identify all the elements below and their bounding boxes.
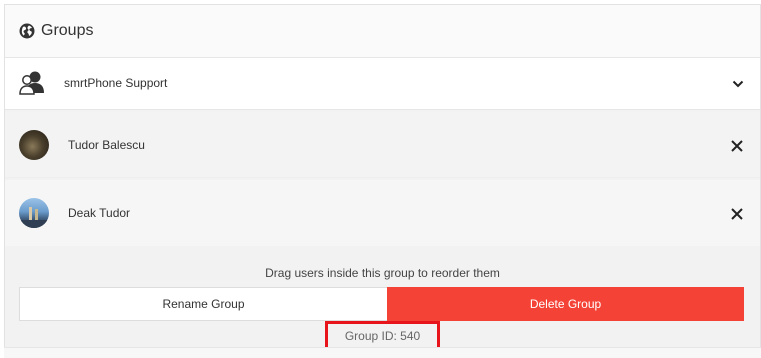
drag-hint: Drag users inside this group to reorder … — [265, 266, 500, 280]
next-panel-edge — [4, 347, 761, 358]
group-row-smrtphone-support[interactable]: smrtPhone Support — [5, 58, 760, 110]
group-name: smrtPhone Support — [64, 76, 168, 90]
member-row[interactable]: Deak Tudor — [5, 180, 760, 246]
panel-title: Groups — [41, 22, 94, 39]
groups-panel: Groups smrtPhone Support Tudor Balescu D… — [4, 4, 761, 357]
close-icon[interactable] — [731, 208, 743, 220]
delete-group-button[interactable]: Delete Group — [387, 287, 744, 321]
member-row[interactable]: Tudor Balescu — [5, 112, 760, 178]
member-name: Tudor Balescu — [68, 138, 145, 152]
avatar — [19, 130, 49, 160]
close-icon[interactable] — [731, 140, 743, 152]
globe-icon — [19, 23, 35, 39]
users-icon — [19, 71, 44, 95]
member-name: Deak Tudor — [68, 206, 131, 220]
group-members-section: Tudor Balescu Deak Tudor Drag users insi… — [5, 110, 760, 357]
rename-group-button[interactable]: Rename Group — [19, 287, 388, 321]
chevron-down-icon[interactable] — [732, 79, 744, 89]
avatar — [19, 198, 49, 228]
group-id-label: Group ID: 540 — [344, 329, 421, 343]
panel-header: Groups — [5, 5, 760, 58]
avatar-photo — [19, 207, 49, 228]
